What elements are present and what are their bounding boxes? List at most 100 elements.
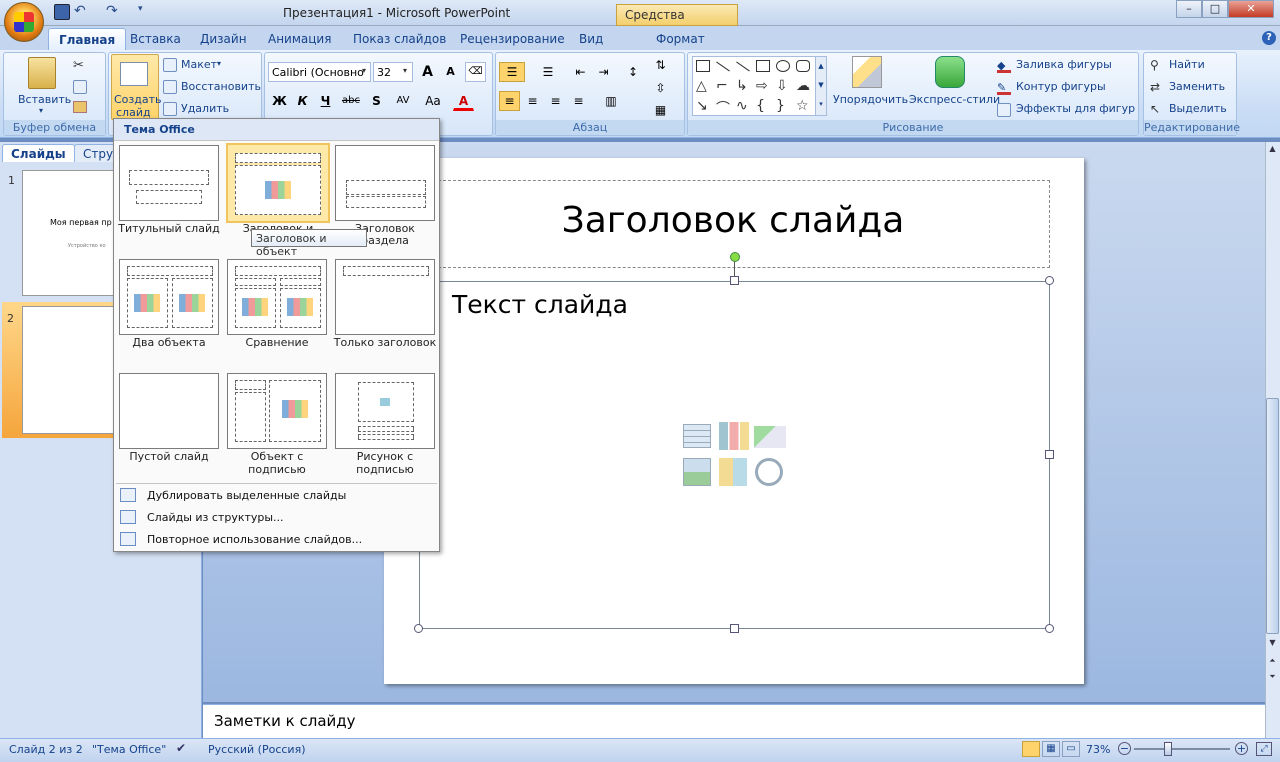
notes-pane[interactable] <box>203 704 1265 738</box>
insert-table-icon[interactable] <box>683 424 711 448</box>
insert-media-icon[interactable] <box>755 458 783 486</box>
tab-format[interactable]: Формат <box>646 28 715 50</box>
arc-shape-icon[interactable]: ⌒ <box>716 98 730 118</box>
tab-insert[interactable]: Вставка <box>120 28 191 50</box>
text-direction-button[interactable]: ⇅ <box>650 55 671 75</box>
rounded-rect-shape-icon[interactable] <box>796 60 810 72</box>
paste-icon[interactable] <box>28 57 56 89</box>
paste-dropdown-icon[interactable]: ▾ <box>39 106 43 115</box>
clear-format-button[interactable]: ⌫ <box>465 62 486 82</box>
scroll-thumb[interactable] <box>1266 398 1279 634</box>
close-button[interactable]: ✕ <box>1228 0 1274 18</box>
layout-title-only[interactable] <box>335 259 435 335</box>
replace-icon[interactable]: ⇄ <box>1150 80 1160 94</box>
triangle-shape-icon[interactable]: △ <box>696 78 707 94</box>
decrease-indent-button[interactable]: ⇤ <box>570 62 591 82</box>
insert-picture-icon[interactable] <box>683 458 711 486</box>
insert-clipart-icon[interactable] <box>719 458 747 486</box>
shape-fill-button[interactable]: Заливка фигуры <box>1016 58 1112 71</box>
strikethrough-button[interactable]: abc <box>338 91 364 111</box>
arrange-icon[interactable] <box>852 56 882 88</box>
previous-slide-icon[interactable]: ⏶ <box>1266 656 1279 670</box>
format-painter-icon[interactable] <box>73 101 87 113</box>
zoom-level[interactable]: 73% <box>1086 743 1110 756</box>
rotate-handle[interactable] <box>730 252 740 262</box>
language-status[interactable]: Русский (Россия) <box>208 743 306 756</box>
char-spacing-button[interactable]: AV <box>390 91 416 111</box>
tab-view[interactable]: Вид <box>569 28 613 50</box>
layout-picture-caption[interactable] <box>335 373 435 449</box>
next-slide-icon[interactable]: ⏷ <box>1266 672 1279 686</box>
resize-handle-br[interactable] <box>1045 624 1054 633</box>
minimize-button[interactable]: – <box>1176 0 1202 18</box>
shape-effects-icon[interactable] <box>997 103 1011 117</box>
qat-customize-icon[interactable]: ▾ <box>138 4 154 20</box>
shape-outline-button[interactable]: Контур фигуры <box>1016 80 1106 93</box>
oval-shape-icon[interactable] <box>776 60 790 72</box>
save-icon[interactable] <box>54 4 70 20</box>
slide-title[interactable]: Заголовок слайда <box>438 200 1028 250</box>
insert-chart-icon[interactable] <box>719 422 749 450</box>
layout-two-content[interactable] <box>119 259 219 335</box>
columns-button[interactable]: ▥ <box>597 91 625 111</box>
freeform-shape-icon[interactable]: ∿ <box>736 98 748 114</box>
align-center-button[interactable]: ≡ <box>522 91 543 111</box>
layout-title-slide[interactable] <box>119 145 219 221</box>
shape-effects-button[interactable]: Эффекты для фигур <box>1016 102 1135 115</box>
layout-dropdown-icon[interactable]: ▾ <box>217 59 221 68</box>
shapes-scroll[interactable]: ▲ ▼ ▾ <box>815 56 827 116</box>
layout-section-header[interactable] <box>335 145 435 221</box>
scroll-down-icon[interactable]: ▼ <box>1266 638 1279 652</box>
replace-button[interactable]: Заменить <box>1169 80 1225 93</box>
shadow-button[interactable]: S <box>366 91 387 111</box>
right-arrow-shape-icon[interactable]: ⇨ <box>756 78 768 94</box>
office-button[interactable] <box>4 2 44 42</box>
zoom-slider-track[interactable] <box>1134 748 1230 750</box>
smartart-button[interactable]: ▦ <box>650 100 671 120</box>
reset-button[interactable]: Восстановить <box>181 80 261 93</box>
font-size-dropdown-icon[interactable]: ▾ <box>403 66 407 75</box>
elbow-shape-icon[interactable]: ⌐ <box>716 78 728 94</box>
left-brace-shape-icon[interactable]: { <box>756 98 765 114</box>
redo-icon[interactable]: ↷ <box>106 4 122 20</box>
zoom-in-icon[interactable]: + <box>1235 742 1248 755</box>
scroll-up-icon[interactable]: ▲ <box>1266 144 1279 158</box>
tab-design[interactable]: Дизайн <box>190 28 257 50</box>
layout-button[interactable]: Макет <box>181 58 217 71</box>
align-right-button[interactable]: ≡ <box>545 91 566 111</box>
reuse-slides-item[interactable]: Повторное использование слайдов... <box>114 529 439 551</box>
quick-styles-icon[interactable] <box>935 56 965 88</box>
delete-button[interactable]: Удалить <box>181 102 229 115</box>
curve-shape-icon[interactable]: ↘ <box>696 98 708 114</box>
tab-animation[interactable]: Анимация <box>258 28 341 50</box>
rectangle-shape-icon[interactable] <box>756 60 770 72</box>
resize-handle-b[interactable] <box>730 624 739 633</box>
fit-to-window-icon[interactable]: ⤢ <box>1256 742 1272 756</box>
slide-body-text[interactable]: Текст слайда <box>452 290 628 319</box>
resize-handle-r[interactable] <box>1045 450 1054 459</box>
duplicate-slides-item[interactable]: Дублировать выделенные слайды <box>114 485 439 507</box>
align-text-button[interactable]: ⇳ <box>650 78 671 98</box>
spellcheck-icon[interactable]: ✔ <box>176 741 186 755</box>
font-color-button[interactable]: A <box>453 91 474 111</box>
elbow-arrow-shape-icon[interactable]: ↳ <box>736 78 748 94</box>
maximize-button[interactable]: □ <box>1202 0 1228 18</box>
resize-handle-bl[interactable] <box>414 624 423 633</box>
tab-home[interactable]: Главная <box>48 28 127 50</box>
cut-icon[interactable]: ✂ <box>73 58 84 73</box>
slideshow-view-icon[interactable]: ▭ <box>1062 741 1080 757</box>
find-button[interactable]: Найти <box>1169 58 1205 71</box>
quick-styles-button[interactable]: Экспресс-стили <box>909 93 1000 106</box>
slides-from-outline-item[interactable]: Слайды из структуры... <box>114 507 439 529</box>
bold-button[interactable]: Ж <box>269 91 290 111</box>
layout-content-caption[interactable] <box>227 373 327 449</box>
change-case-button[interactable]: Aa <box>420 91 446 111</box>
help-icon[interactable]: ? <box>1262 31 1276 45</box>
star-shape-icon[interactable]: ☆ <box>796 98 809 114</box>
undo-icon[interactable]: ↶ <box>74 4 90 20</box>
zoom-out-icon[interactable]: − <box>1118 742 1131 755</box>
callout-shape-icon[interactable]: ☁ <box>796 78 810 94</box>
font-name-dropdown-icon[interactable]: ▾ <box>362 66 366 75</box>
select-icon[interactable]: ↖ <box>1150 102 1160 116</box>
tab-slideshow[interactable]: Показ слайдов <box>343 28 456 50</box>
